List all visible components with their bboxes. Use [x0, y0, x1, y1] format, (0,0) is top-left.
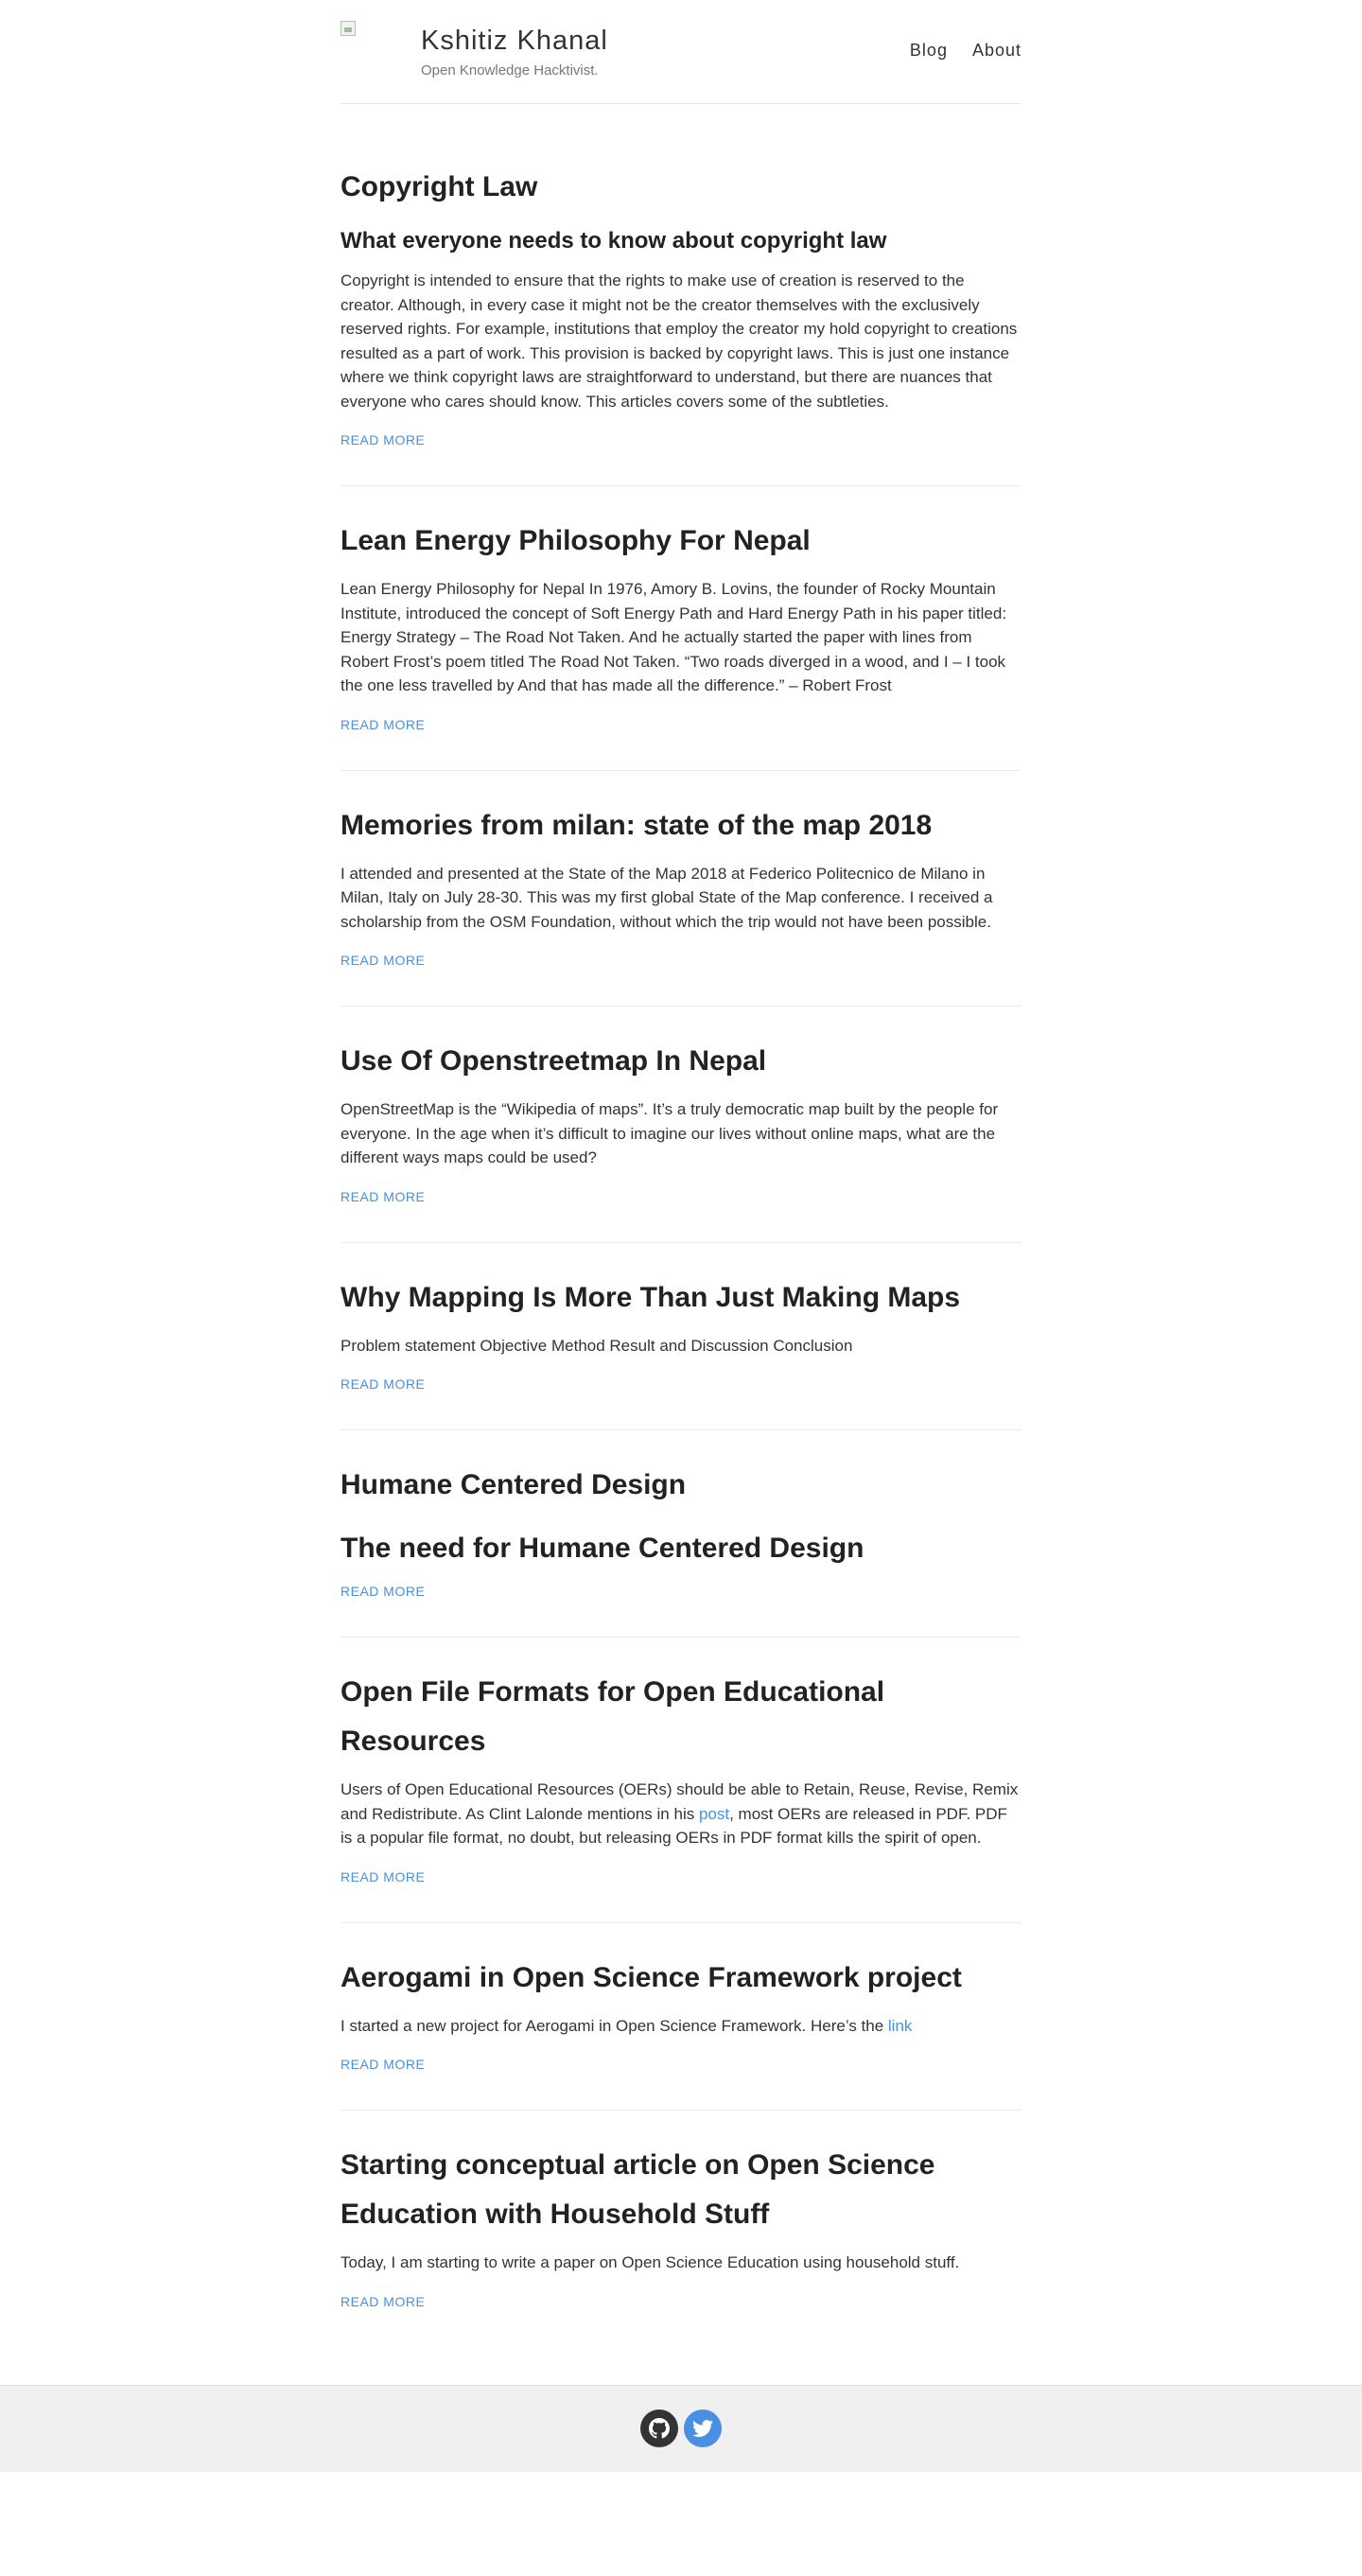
- read-more-link[interactable]: READ MORE: [340, 1584, 425, 1599]
- post-item: Humane Centered Design The need for Huma…: [340, 1430, 1022, 1638]
- post-title[interactable]: Lean Energy Philosophy For Nepal: [340, 517, 1022, 566]
- post-excerpt: I attended and presented at the State of…: [340, 864, 993, 931]
- post-subtitle: What everyone needs to know about copyri…: [340, 228, 887, 254]
- post-item: Why Mapping Is More Than Just Making Map…: [340, 1243, 1022, 1430]
- site-header: Kshitiz Khanal Open Knowledge Hacktivist…: [340, 0, 1022, 104]
- post-title[interactable]: Copyright Law: [340, 163, 1022, 212]
- post-list: Copyright Law What everyone needs to kno…: [340, 104, 1022, 2385]
- post-title[interactable]: Memories from milan: state of the map 20…: [340, 801, 1022, 850]
- post-item: Open File Formats for Open Educational R…: [340, 1638, 1022, 1923]
- post-title[interactable]: Humane Centered Design: [340, 1461, 1022, 1510]
- post-item: Aerogami in Open Science Framework proje…: [340, 1923, 1022, 2111]
- post-excerpt: Today, I am starting to write a paper on…: [340, 2253, 960, 2271]
- twitter-icon[interactable]: [684, 2410, 722, 2447]
- post-item: Copyright Law What everyone needs to kno…: [340, 132, 1022, 486]
- post-title[interactable]: Why Mapping Is More Than Just Making Map…: [340, 1273, 1022, 1323]
- read-more-link[interactable]: READ MORE: [340, 2057, 425, 2072]
- post-item: Memories from milan: state of the map 20…: [340, 771, 1022, 1007]
- post-title[interactable]: Aerogami in Open Science Framework proje…: [340, 1954, 1022, 2003]
- github-icon[interactable]: [640, 2410, 678, 2447]
- read-more-link[interactable]: READ MORE: [340, 1376, 425, 1392]
- read-more-link[interactable]: READ MORE: [340, 1869, 425, 1884]
- post-title[interactable]: Use Of Openstreetmap In Nepal: [340, 1037, 1022, 1086]
- post-subtitle: The need for Humane Centered Design: [340, 1533, 864, 1564]
- read-more-link[interactable]: READ MORE: [340, 432, 425, 447]
- read-more-link[interactable]: READ MORE: [340, 717, 425, 732]
- site-description: Open Knowledge Hacktivist.: [421, 62, 599, 79]
- post-item: Starting conceptual article on Open Scie…: [340, 2111, 1022, 2347]
- read-more-link[interactable]: READ MORE: [340, 1189, 425, 1204]
- post-excerpt: I started a new project for Aerogami in …: [340, 2014, 1022, 2039]
- post-excerpt: Problem statement Objective Method Resul…: [340, 1336, 853, 1355]
- read-more-link[interactable]: READ MORE: [340, 2294, 425, 2309]
- avatar-image[interactable]: [340, 21, 356, 36]
- site-footer: [0, 2384, 1362, 2472]
- post-title[interactable]: Starting conceptual article on Open Scie…: [340, 2141, 1022, 2239]
- brand: Kshitiz Khanal Open Knowledge Hacktivist…: [421, 25, 608, 79]
- excerpt-post-link[interactable]: post: [699, 1805, 729, 1823]
- excerpt-link[interactable]: link: [888, 2017, 913, 2035]
- main-nav: Blog About: [910, 41, 1022, 61]
- excerpt-text: I started a new project for Aerogami in …: [340, 2016, 888, 2035]
- nav-link-blog[interactable]: Blog: [910, 41, 948, 61]
- nav-link-about[interactable]: About: [972, 41, 1022, 61]
- read-more-link[interactable]: READ MORE: [340, 953, 425, 968]
- site-title[interactable]: Kshitiz Khanal: [421, 25, 608, 57]
- post-item: Use Of Openstreetmap In Nepal OpenStreet…: [340, 1007, 1022, 1243]
- post-excerpt: Users of Open Educational Resources (OER…: [340, 1778, 1022, 1850]
- post-title[interactable]: Open File Formats for Open Educational R…: [340, 1668, 1022, 1766]
- post-excerpt: Lean Energy Philosophy for Nepal In 1976…: [340, 580, 1007, 694]
- post-item: Lean Energy Philosophy For Nepal Lean En…: [340, 486, 1022, 771]
- post-excerpt: OpenStreetMap is the “Wikipedia of maps”…: [340, 1100, 999, 1166]
- post-excerpt: Copyright is intended to ensure that the…: [340, 272, 1018, 411]
